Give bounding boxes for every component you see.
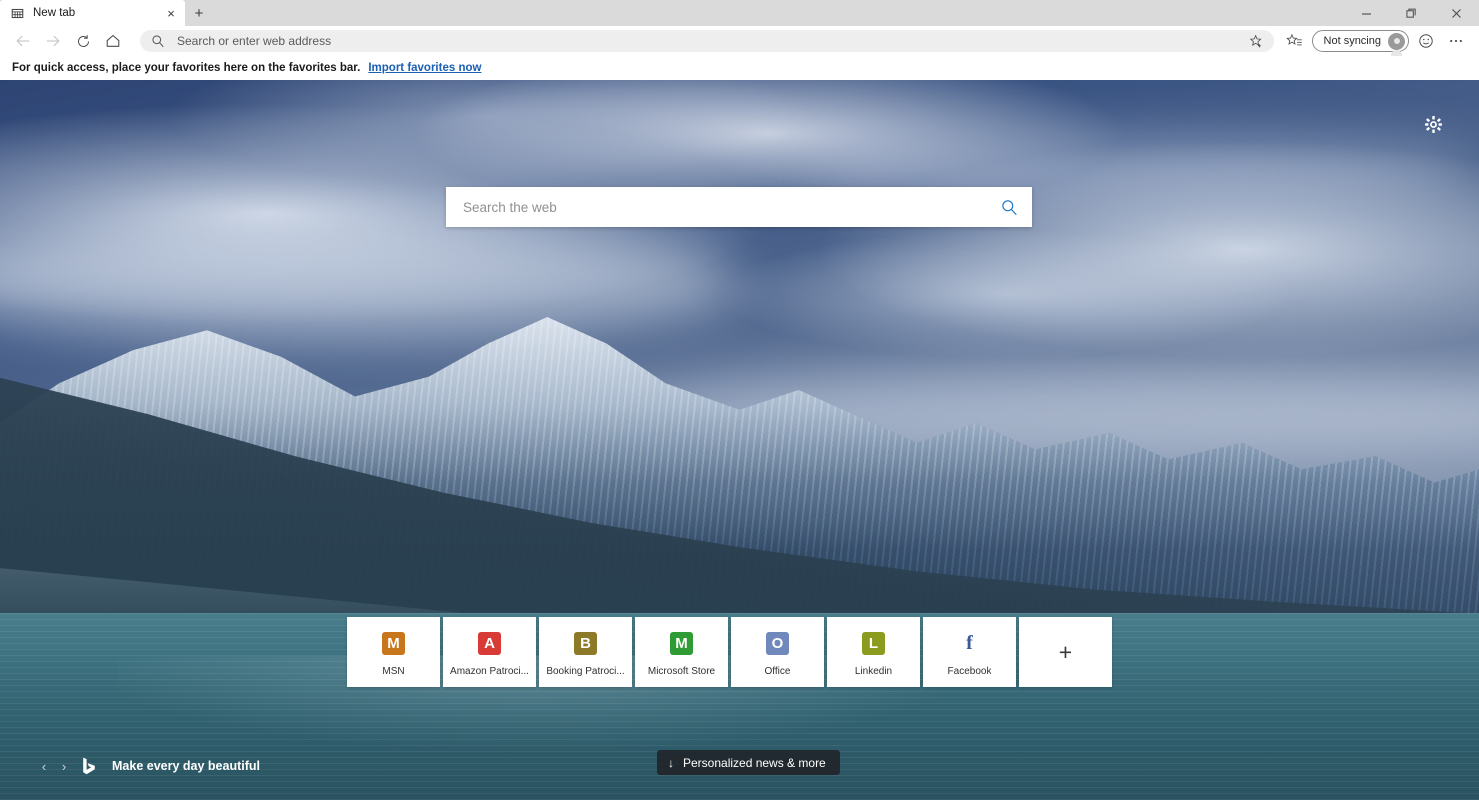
tile-icon: M	[382, 631, 405, 655]
tile-label: Facebook	[947, 665, 992, 677]
close-icon[interactable]: ×	[163, 5, 179, 21]
tile-amazon[interactable]: A Amazon Patroci...	[443, 617, 536, 687]
tab-new-tab[interactable]: New tab ×	[0, 0, 185, 26]
profile-button[interactable]: Not syncing	[1311, 30, 1409, 56]
restore-button[interactable]	[1389, 0, 1434, 26]
tile-microsoft-store[interactable]: M Microsoft Store	[635, 617, 728, 687]
search-icon	[150, 33, 166, 49]
tile-label: Office	[764, 665, 791, 677]
wallpaper-caption-bar: ‹ › Make every day beautiful	[34, 756, 260, 776]
personalized-news-button[interactable]: ↓ Personalized news & more	[657, 750, 840, 775]
minimize-button[interactable]	[1344, 0, 1389, 26]
tile-facebook[interactable]: f Facebook	[923, 617, 1016, 687]
search-submit-icon[interactable]	[992, 190, 1026, 224]
browser-toolbar: Not syncing	[0, 26, 1479, 56]
page-settings-gear-icon[interactable]	[1420, 111, 1446, 137]
import-favorites-link[interactable]: Import favorites now	[368, 62, 481, 74]
new-tab-page: M MSN A Amazon Patroci... B Booking Patr…	[0, 80, 1479, 800]
newtab-grid-icon	[10, 6, 24, 20]
close-window-button[interactable]	[1434, 0, 1479, 26]
web-search-box[interactable]	[446, 187, 1032, 227]
favorites-bar: For quick access, place your favorites h…	[0, 56, 1479, 80]
prev-image-icon[interactable]: ‹	[34, 756, 54, 776]
bing-logo-icon[interactable]	[78, 756, 100, 776]
tile-label: Linkedin	[854, 665, 893, 677]
tab-strip: New tab × +	[0, 0, 1479, 26]
tile-icon: O	[766, 631, 789, 655]
add-tile-button[interactable]: +	[1019, 617, 1112, 687]
add-favorite-icon[interactable]	[1244, 31, 1270, 51]
top-sites-tiles: M MSN A Amazon Patroci... B Booking Patr…	[347, 617, 1112, 687]
tile-label: Microsoft Store	[647, 665, 716, 677]
web-search-input[interactable]	[463, 199, 992, 215]
tile-label: Amazon Patroci...	[450, 665, 529, 677]
tile-label: MSN	[382, 665, 405, 677]
favorites-hint: For quick access, place your favorites h…	[12, 62, 361, 74]
tab-title: New tab	[33, 7, 76, 19]
tile-booking[interactable]: B Booking Patroci...	[539, 617, 632, 687]
new-tab-button[interactable]: +	[185, 1, 213, 25]
feedback-smiley-icon[interactable]	[1411, 27, 1441, 55]
address-input[interactable]	[177, 34, 1244, 48]
tile-icon: f	[966, 631, 973, 654]
home-icon[interactable]	[98, 27, 128, 55]
collections-icon[interactable]	[1280, 27, 1310, 55]
refresh-icon[interactable]	[68, 27, 98, 55]
tile-linkedin[interactable]: L Linkedin	[827, 617, 920, 687]
forward-icon[interactable]	[38, 27, 68, 55]
tile-icon: M	[670, 631, 693, 655]
tile-icon: B	[574, 631, 597, 655]
wallpaper-caption: Make every day beautiful	[112, 759, 260, 773]
avatar	[1388, 32, 1405, 56]
next-image-icon[interactable]: ›	[54, 756, 74, 776]
tile-label: Booking Patroci...	[546, 665, 625, 677]
tile-icon: L	[862, 631, 885, 655]
tile-office[interactable]: O Office	[731, 617, 824, 687]
tile-msn[interactable]: M MSN	[347, 617, 440, 687]
tile-icon: A	[478, 631, 501, 655]
profile-label: Not syncing	[1323, 35, 1381, 47]
personalized-news-label: Personalized news & more	[683, 755, 826, 770]
more-menu-icon[interactable]	[1441, 27, 1471, 55]
back-icon[interactable]	[8, 27, 38, 55]
address-bar[interactable]	[140, 30, 1274, 52]
window-controls	[1344, 0, 1479, 26]
down-arrow-icon: ↓	[668, 755, 674, 770]
